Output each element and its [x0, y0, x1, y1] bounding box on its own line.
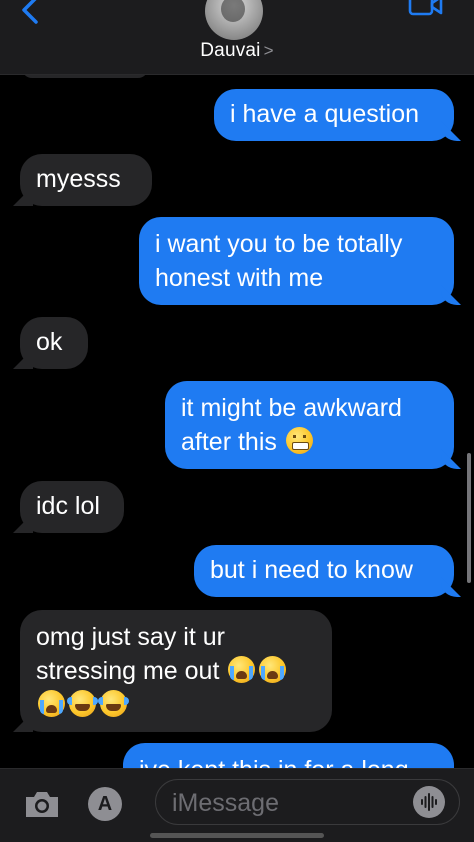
conversation-header: Dauvai > [0, 0, 474, 75]
message-line: stressing me out [36, 657, 220, 685]
message-text: myesss [36, 165, 121, 193]
home-indicator [150, 833, 324, 838]
contact-name: Dauvai [200, 40, 261, 61]
message-line: after this [181, 428, 277, 456]
loudly-crying-face-emoji [38, 690, 65, 717]
camera-icon[interactable] [22, 789, 62, 821]
chevron-right-icon: > [263, 41, 274, 60]
message-received[interactable]: idc lol [20, 481, 124, 533]
message-received[interactable]: omg just say it ur stressing me out [20, 610, 332, 732]
message-text: idc lol [36, 492, 100, 520]
message-text: ok [36, 328, 63, 356]
message-line: i want you to be totally [155, 230, 403, 258]
message-sent[interactable]: it might be awkward after this [165, 381, 454, 469]
back-chevron-icon[interactable] [18, 0, 44, 24]
app-store-icon[interactable]: A [88, 787, 122, 821]
avatar-photo [221, 0, 245, 22]
contact-name-button[interactable]: Dauvai > [0, 40, 474, 62]
imessage-field[interactable] [155, 779, 460, 825]
scrollbar[interactable] [467, 453, 471, 583]
message-text: i have a question [230, 100, 420, 128]
app-store-glyph: A [97, 793, 113, 815]
message-input[interactable] [170, 784, 404, 822]
message-line: honest with me [155, 264, 324, 292]
messages-screen: i have a question myesss i want you to b… [0, 0, 474, 842]
message-received[interactable]: myesss [20, 154, 152, 206]
grimacing-face-emoji [285, 427, 313, 454]
video-camera-icon[interactable] [408, 0, 444, 20]
message-sent[interactable]: but i need to know [194, 545, 454, 597]
message-sent[interactable]: i want you to be totally honest with me [139, 217, 454, 305]
contact-avatar[interactable] [205, 0, 263, 40]
message-line: omg just say it ur [36, 623, 225, 651]
face-with-tears-of-joy-emoji [67, 690, 98, 717]
face-with-tears-of-joy-emoji [98, 690, 129, 717]
waveform-glyph [421, 793, 437, 811]
audio-waveform-icon[interactable] [413, 786, 445, 818]
message-received[interactable]: ok [20, 317, 88, 369]
loudly-crying-face-emoji [228, 656, 256, 683]
message-sent[interactable]: i have a question [214, 89, 454, 141]
message-line: it might be awkward [181, 394, 402, 422]
compose-bar: A [0, 768, 474, 842]
message-text: but i need to know [210, 556, 413, 584]
loudly-crying-face-emoji [259, 656, 287, 683]
